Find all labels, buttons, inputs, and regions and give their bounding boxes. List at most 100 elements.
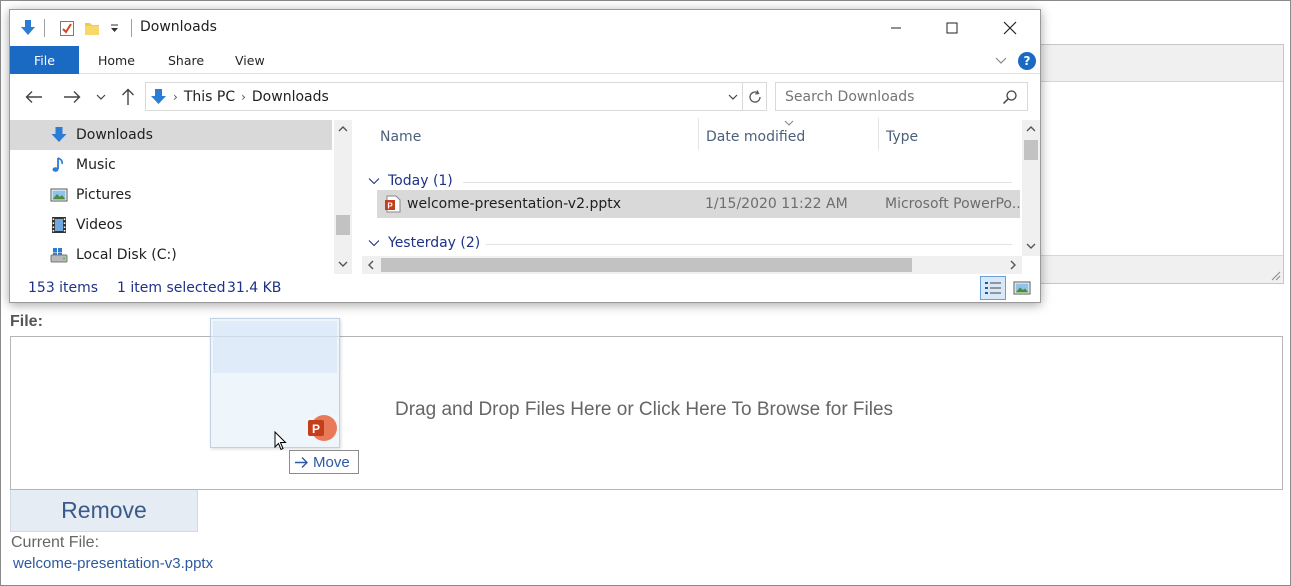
help-icon[interactable]: ? xyxy=(1018,52,1036,70)
breadcrumb-this-pc[interactable]: This PC xyxy=(184,89,235,105)
downloads-icon xyxy=(51,127,67,142)
download-arrow-icon xyxy=(21,20,35,35)
file-name: welcome-presentation-v2.pptx xyxy=(407,196,621,212)
window-title: Downloads xyxy=(140,19,217,35)
mouse-cursor-icon xyxy=(274,431,287,451)
downloads-location-icon xyxy=(151,88,166,104)
minimize-button[interactable] xyxy=(867,10,925,46)
scroll-thumb[interactable] xyxy=(336,215,350,235)
group-divider xyxy=(486,244,1012,245)
navpane-scrollbar[interactable] xyxy=(334,120,352,274)
search-input[interactable] xyxy=(775,82,1028,111)
sidebar-item-local-disk[interactable]: Local Disk (C:) xyxy=(10,240,332,270)
sort-chevron-icon xyxy=(784,120,794,126)
properties-icon[interactable] xyxy=(59,19,75,37)
close-button[interactable] xyxy=(981,10,1039,46)
column-separator[interactable] xyxy=(698,118,699,150)
column-header-date-modified[interactable]: Date modified xyxy=(706,129,805,145)
refresh-button[interactable] xyxy=(743,82,767,111)
dropzone-text: Drag and Drop Files Here or Click Here T… xyxy=(395,399,894,420)
arrow-right-icon xyxy=(64,91,81,103)
selection-size: 31.4 KB xyxy=(227,280,282,296)
large-icons-view-icon xyxy=(1013,281,1031,295)
customize-dropdown-icon[interactable] xyxy=(110,24,119,33)
file-label: File: xyxy=(10,313,43,330)
details-view-button[interactable] xyxy=(980,276,1006,300)
details-view-icon xyxy=(985,282,1001,294)
arrow-right-icon xyxy=(295,456,308,468)
forward-button[interactable] xyxy=(63,88,81,106)
music-icon xyxy=(52,157,63,172)
move-tooltip-label: Move xyxy=(313,453,350,471)
background-editor-panel xyxy=(1038,44,1284,284)
sidebar-item-label: Pictures xyxy=(76,187,132,203)
resize-grip-icon[interactable] xyxy=(1269,269,1281,281)
breadcrumb-separator-icon[interactable]: › xyxy=(241,90,246,104)
breadcrumb-separator-icon[interactable]: › xyxy=(173,90,178,104)
move-tooltip: Move xyxy=(289,450,359,474)
group-header-today[interactable]: Today (1) xyxy=(368,173,453,189)
breadcrumb-downloads[interactable]: Downloads xyxy=(252,89,329,105)
file-row-selected[interactable]: P welcome-presentation-v2.pptx 1/15/2020… xyxy=(377,190,1020,218)
navigation-bar: › This PC › Downloads xyxy=(10,74,1040,118)
new-folder-icon[interactable] xyxy=(84,19,100,37)
refresh-icon xyxy=(748,89,761,103)
title-bar[interactable]: Downloads xyxy=(10,10,1040,46)
scroll-up-icon[interactable] xyxy=(337,123,349,135)
group-label: Today (1) xyxy=(388,173,453,189)
sidebar-item-videos[interactable]: Videos xyxy=(10,210,332,240)
maximize-button[interactable] xyxy=(923,10,981,46)
close-icon xyxy=(1003,21,1017,35)
title-separator xyxy=(131,19,132,37)
selection-count: 1 item selected xyxy=(117,280,226,296)
filelist-scrollbar[interactable] xyxy=(1022,120,1040,256)
scroll-left-icon[interactable] xyxy=(365,259,377,271)
current-file-link[interactable]: welcome-presentation-v3.pptx xyxy=(13,555,213,572)
column-header-name[interactable]: Name xyxy=(380,129,421,145)
sidebar-item-music[interactable]: Music xyxy=(10,150,332,180)
large-icons-view-button[interactable] xyxy=(1009,276,1035,300)
drag-ghost-thumbnail xyxy=(213,321,337,373)
scroll-thumb[interactable] xyxy=(1024,140,1038,160)
arrow-up-icon xyxy=(122,88,134,105)
tab-file[interactable]: File xyxy=(10,46,79,74)
expand-ribbon-icon[interactable] xyxy=(995,54,1007,66)
remove-button[interactable]: Remove xyxy=(10,490,198,532)
file-date: 1/15/2020 11:22 AM xyxy=(705,196,848,212)
up-button[interactable] xyxy=(119,88,137,106)
scroll-down-icon[interactable] xyxy=(337,258,349,270)
address-dropdown-icon[interactable] xyxy=(728,92,738,102)
powerpoint-file-icon-letter: P xyxy=(387,202,393,211)
group-header-yesterday[interactable]: Yesterday (2) xyxy=(368,235,480,251)
videos-icon xyxy=(52,217,66,233)
horizontal-scrollbar[interactable] xyxy=(362,256,1022,274)
powerpoint-icon: P xyxy=(308,415,337,441)
pictures-icon xyxy=(50,188,68,202)
maximize-icon xyxy=(946,22,958,34)
powerpoint-file-icon: P xyxy=(385,195,401,213)
item-count: 153 items xyxy=(28,280,99,296)
group-label: Yesterday (2) xyxy=(388,235,481,251)
tab-share[interactable]: Share xyxy=(168,46,204,74)
sidebar-item-label: Music xyxy=(76,157,116,173)
recent-locations-button[interactable] xyxy=(95,88,107,106)
sidebar-item-label: Downloads xyxy=(76,127,153,143)
sidebar-item-downloads[interactable]: Downloads xyxy=(10,120,332,150)
scroll-right-icon[interactable] xyxy=(1007,259,1019,271)
column-header-type[interactable]: Type xyxy=(886,129,918,145)
collapse-chevron-icon xyxy=(368,240,380,247)
file-dropzone[interactable]: Drag and Drop Files Here or Click Here T… xyxy=(10,336,1283,490)
file-explorer-window[interactable]: Downloads File Home Share View ? › This … xyxy=(9,9,1041,303)
scroll-up-icon[interactable] xyxy=(1025,123,1037,135)
sidebar-item-pictures[interactable]: Pictures xyxy=(10,180,332,210)
file-type: Microsoft PowerPo... xyxy=(885,196,1020,212)
search-icon[interactable] xyxy=(1002,89,1018,105)
scroll-thumb[interactable] xyxy=(381,258,912,272)
back-button[interactable] xyxy=(25,88,43,106)
tab-home[interactable]: Home xyxy=(98,46,135,74)
tab-view[interactable]: View xyxy=(235,46,265,74)
address-bar[interactable]: › This PC › Downloads xyxy=(145,82,743,111)
ribbon: File Home Share View ? xyxy=(10,46,1040,74)
column-separator[interactable] xyxy=(878,118,879,150)
scroll-down-icon[interactable] xyxy=(1025,240,1037,252)
